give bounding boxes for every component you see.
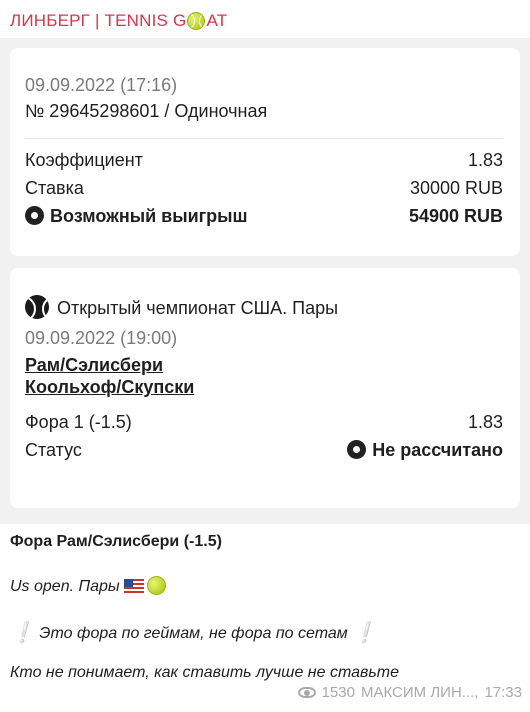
message-time: 17:33: [484, 684, 522, 701]
caption-line3-text: Это фора по геймам, не фора по сетам: [39, 625, 348, 642]
status-value-wrap: Не рассчитано: [347, 440, 503, 461]
win-label: Возможный выигрыш: [50, 206, 248, 226]
channel-name-part1: ЛИНБЕРГ | TENNIS G: [10, 11, 187, 30]
radio-dot-icon: [25, 206, 44, 225]
market-label: Фора 1 (-1.5): [25, 412, 132, 432]
eye-icon: [297, 687, 316, 698]
status-label: Статус: [25, 440, 82, 460]
win-row: Возможный выигрыш 54900 RUB: [25, 206, 503, 227]
divider: [25, 138, 503, 139]
coef-row: Коэффициент 1.83: [25, 150, 503, 171]
caption-title: Фора Рам/Сэлисбери (-1.5): [10, 533, 222, 550]
radio-dot-icon: [347, 440, 367, 459]
coef-value: 1.83: [467, 150, 503, 170]
team2-link[interactable]: Коольхоф/Скупски: [25, 377, 194, 398]
caption-line4: Кто не понимает, как ставить лучше не ст…: [10, 664, 399, 681]
market-row: Фора 1 (-1.5) 1.83: [25, 412, 503, 433]
channel-name[interactable]: ЛИНБЕРГ | TENNIS G AT: [10, 10, 227, 32]
exclamation-icon: ❕: [10, 622, 35, 644]
stake-row: Ставка 30000 RUB: [25, 178, 503, 199]
view-count: 1530: [321, 684, 355, 701]
coef-label: Коэффициент: [25, 150, 143, 170]
event-datetime: 09.09.2022 (19:00): [25, 328, 178, 348]
us-flag-icon: [123, 579, 144, 593]
tournament-name: Открытый чемпионат США. Пары: [57, 298, 339, 318]
message-meta: 1530 МАКСИМ ЛИН..., 17:33: [297, 684, 522, 701]
tournament-line: Открытый чемпионат США. Пары: [25, 295, 338, 319]
channel-name-part2: AT: [206, 11, 228, 30]
tennis-ball-icon: [25, 295, 49, 319]
win-label-wrap: Возможный выигрыш: [25, 206, 248, 227]
caption-line2-text: Us open. Пары: [10, 578, 120, 595]
win-value: 54900 RUB: [408, 206, 503, 226]
stake-value: 30000 RUB: [409, 178, 503, 198]
exclamation-icon: ❕: [352, 622, 378, 644]
tennis-ball-icon: [187, 12, 206, 30]
caption-line3: ❕ Это фора по геймам, не фора по сетам ❕: [10, 620, 520, 645]
bet-datetime: 09.09.2022 (17:16): [25, 75, 178, 95]
tennis-ball-icon: [146, 576, 166, 595]
bet-number: № 29645298601 / Одиночная: [25, 101, 268, 121]
status-value: Не рассчитано: [372, 440, 503, 460]
caption-line2: Us open. Пары: [10, 576, 520, 596]
stake-label: Ставка: [25, 178, 84, 198]
author-signature: МАКСИМ ЛИН...,: [360, 684, 479, 701]
market-value: 1.83: [467, 412, 503, 432]
status-row: Статус Не рассчитано: [25, 440, 503, 461]
team1-link[interactable]: Рам/Сэлисбери: [25, 355, 163, 376]
